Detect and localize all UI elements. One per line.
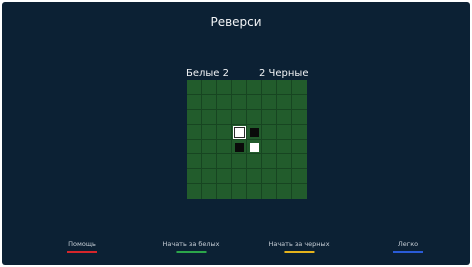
board-cell[interactable] <box>217 154 232 170</box>
game-screen: Реверси Белые 2 2 Черные Помощь Начать з… <box>2 2 470 265</box>
board-cell[interactable] <box>247 169 262 185</box>
board-cell[interactable] <box>277 109 292 125</box>
board-cell[interactable] <box>277 169 292 185</box>
board-cell[interactable] <box>202 124 217 140</box>
game-board[interactable] <box>187 80 307 199</box>
board-cell[interactable] <box>277 124 292 140</box>
board-cell[interactable] <box>232 94 247 110</box>
white-score: Белые 2 <box>186 68 229 79</box>
board-cell[interactable] <box>262 184 277 199</box>
board-cell[interactable] <box>262 139 277 155</box>
difficulty-button[interactable]: Легко <box>393 240 423 253</box>
help-label: Помощь <box>68 240 96 248</box>
board-cell[interactable] <box>202 109 217 125</box>
board-cell[interactable] <box>262 94 277 110</box>
board-cell[interactable] <box>277 80 292 95</box>
board-cell[interactable] <box>232 154 247 170</box>
board-cell[interactable] <box>217 109 232 125</box>
board-cell[interactable] <box>262 169 277 185</box>
start-white-label: Начать за белых <box>162 240 220 248</box>
board-cell[interactable] <box>202 154 217 170</box>
board-cell[interactable] <box>202 139 217 155</box>
board-cell[interactable] <box>247 109 262 125</box>
help-button[interactable]: Помощь <box>67 240 97 253</box>
white-piece <box>250 142 259 152</box>
board-cell[interactable] <box>187 139 202 155</box>
board-cell[interactable] <box>187 80 202 95</box>
board-cell[interactable] <box>277 139 292 155</box>
board-cell[interactable] <box>202 169 217 185</box>
black-piece <box>235 142 244 152</box>
board-cell[interactable] <box>217 184 232 199</box>
board-cell[interactable] <box>292 80 307 95</box>
board-cell[interactable] <box>277 154 292 170</box>
board-cell[interactable] <box>187 124 202 140</box>
board-cell[interactable] <box>292 154 307 170</box>
start-white-button[interactable]: Начать за белых <box>162 240 220 253</box>
board-cell[interactable] <box>232 139 247 155</box>
board-cell[interactable] <box>292 110 307 125</box>
board-cell[interactable] <box>217 169 232 185</box>
board-cell[interactable] <box>292 169 307 185</box>
board-cell[interactable] <box>247 94 262 110</box>
start-black-button[interactable]: Начать за черных <box>268 240 330 253</box>
board-cell[interactable] <box>232 80 247 95</box>
red-key-indicator <box>67 251 97 253</box>
board-cell[interactable] <box>247 124 262 140</box>
board-cell[interactable] <box>232 169 247 185</box>
board-cell[interactable] <box>217 80 232 95</box>
board-cell[interactable] <box>292 125 307 140</box>
board-cell[interactable] <box>187 169 202 185</box>
board-cell[interactable] <box>187 184 202 199</box>
difficulty-label: Легко <box>397 240 419 248</box>
white-piece <box>234 126 245 138</box>
green-key-indicator <box>176 251 206 253</box>
board-cell[interactable] <box>247 184 262 199</box>
board-cell[interactable] <box>232 184 247 199</box>
board-cell[interactable] <box>217 124 232 140</box>
board-cell[interactable] <box>247 139 262 155</box>
blue-key-indicator <box>393 251 423 253</box>
board-cell[interactable] <box>202 94 217 110</box>
board-cell[interactable] <box>247 154 262 170</box>
board-cell[interactable] <box>277 184 292 199</box>
board-cell[interactable] <box>217 139 232 155</box>
board-cell[interactable] <box>202 184 217 199</box>
black-piece <box>250 127 259 137</box>
board-cell[interactable] <box>292 184 307 199</box>
board-cell[interactable] <box>187 94 202 110</box>
board-cell[interactable] <box>262 80 277 95</box>
board-cell[interactable] <box>247 80 262 95</box>
yellow-key-indicator <box>283 251 314 253</box>
board-cell[interactable] <box>262 109 277 125</box>
board-cell[interactable] <box>232 124 247 140</box>
board-cell[interactable] <box>262 154 277 170</box>
board-cell[interactable] <box>292 95 307 110</box>
board-cell[interactable] <box>187 154 202 170</box>
start-black-label: Начать за черных <box>268 240 330 248</box>
board-cell[interactable] <box>277 94 292 110</box>
board-cell[interactable] <box>292 140 307 155</box>
board-cell[interactable] <box>217 94 232 110</box>
board-cell[interactable] <box>232 109 247 125</box>
board-cell[interactable] <box>262 124 277 140</box>
board-cell[interactable] <box>187 109 202 125</box>
board-cell[interactable] <box>202 80 217 95</box>
black-score: 2 Черные <box>259 68 309 79</box>
page-title: Реверси <box>210 15 262 29</box>
